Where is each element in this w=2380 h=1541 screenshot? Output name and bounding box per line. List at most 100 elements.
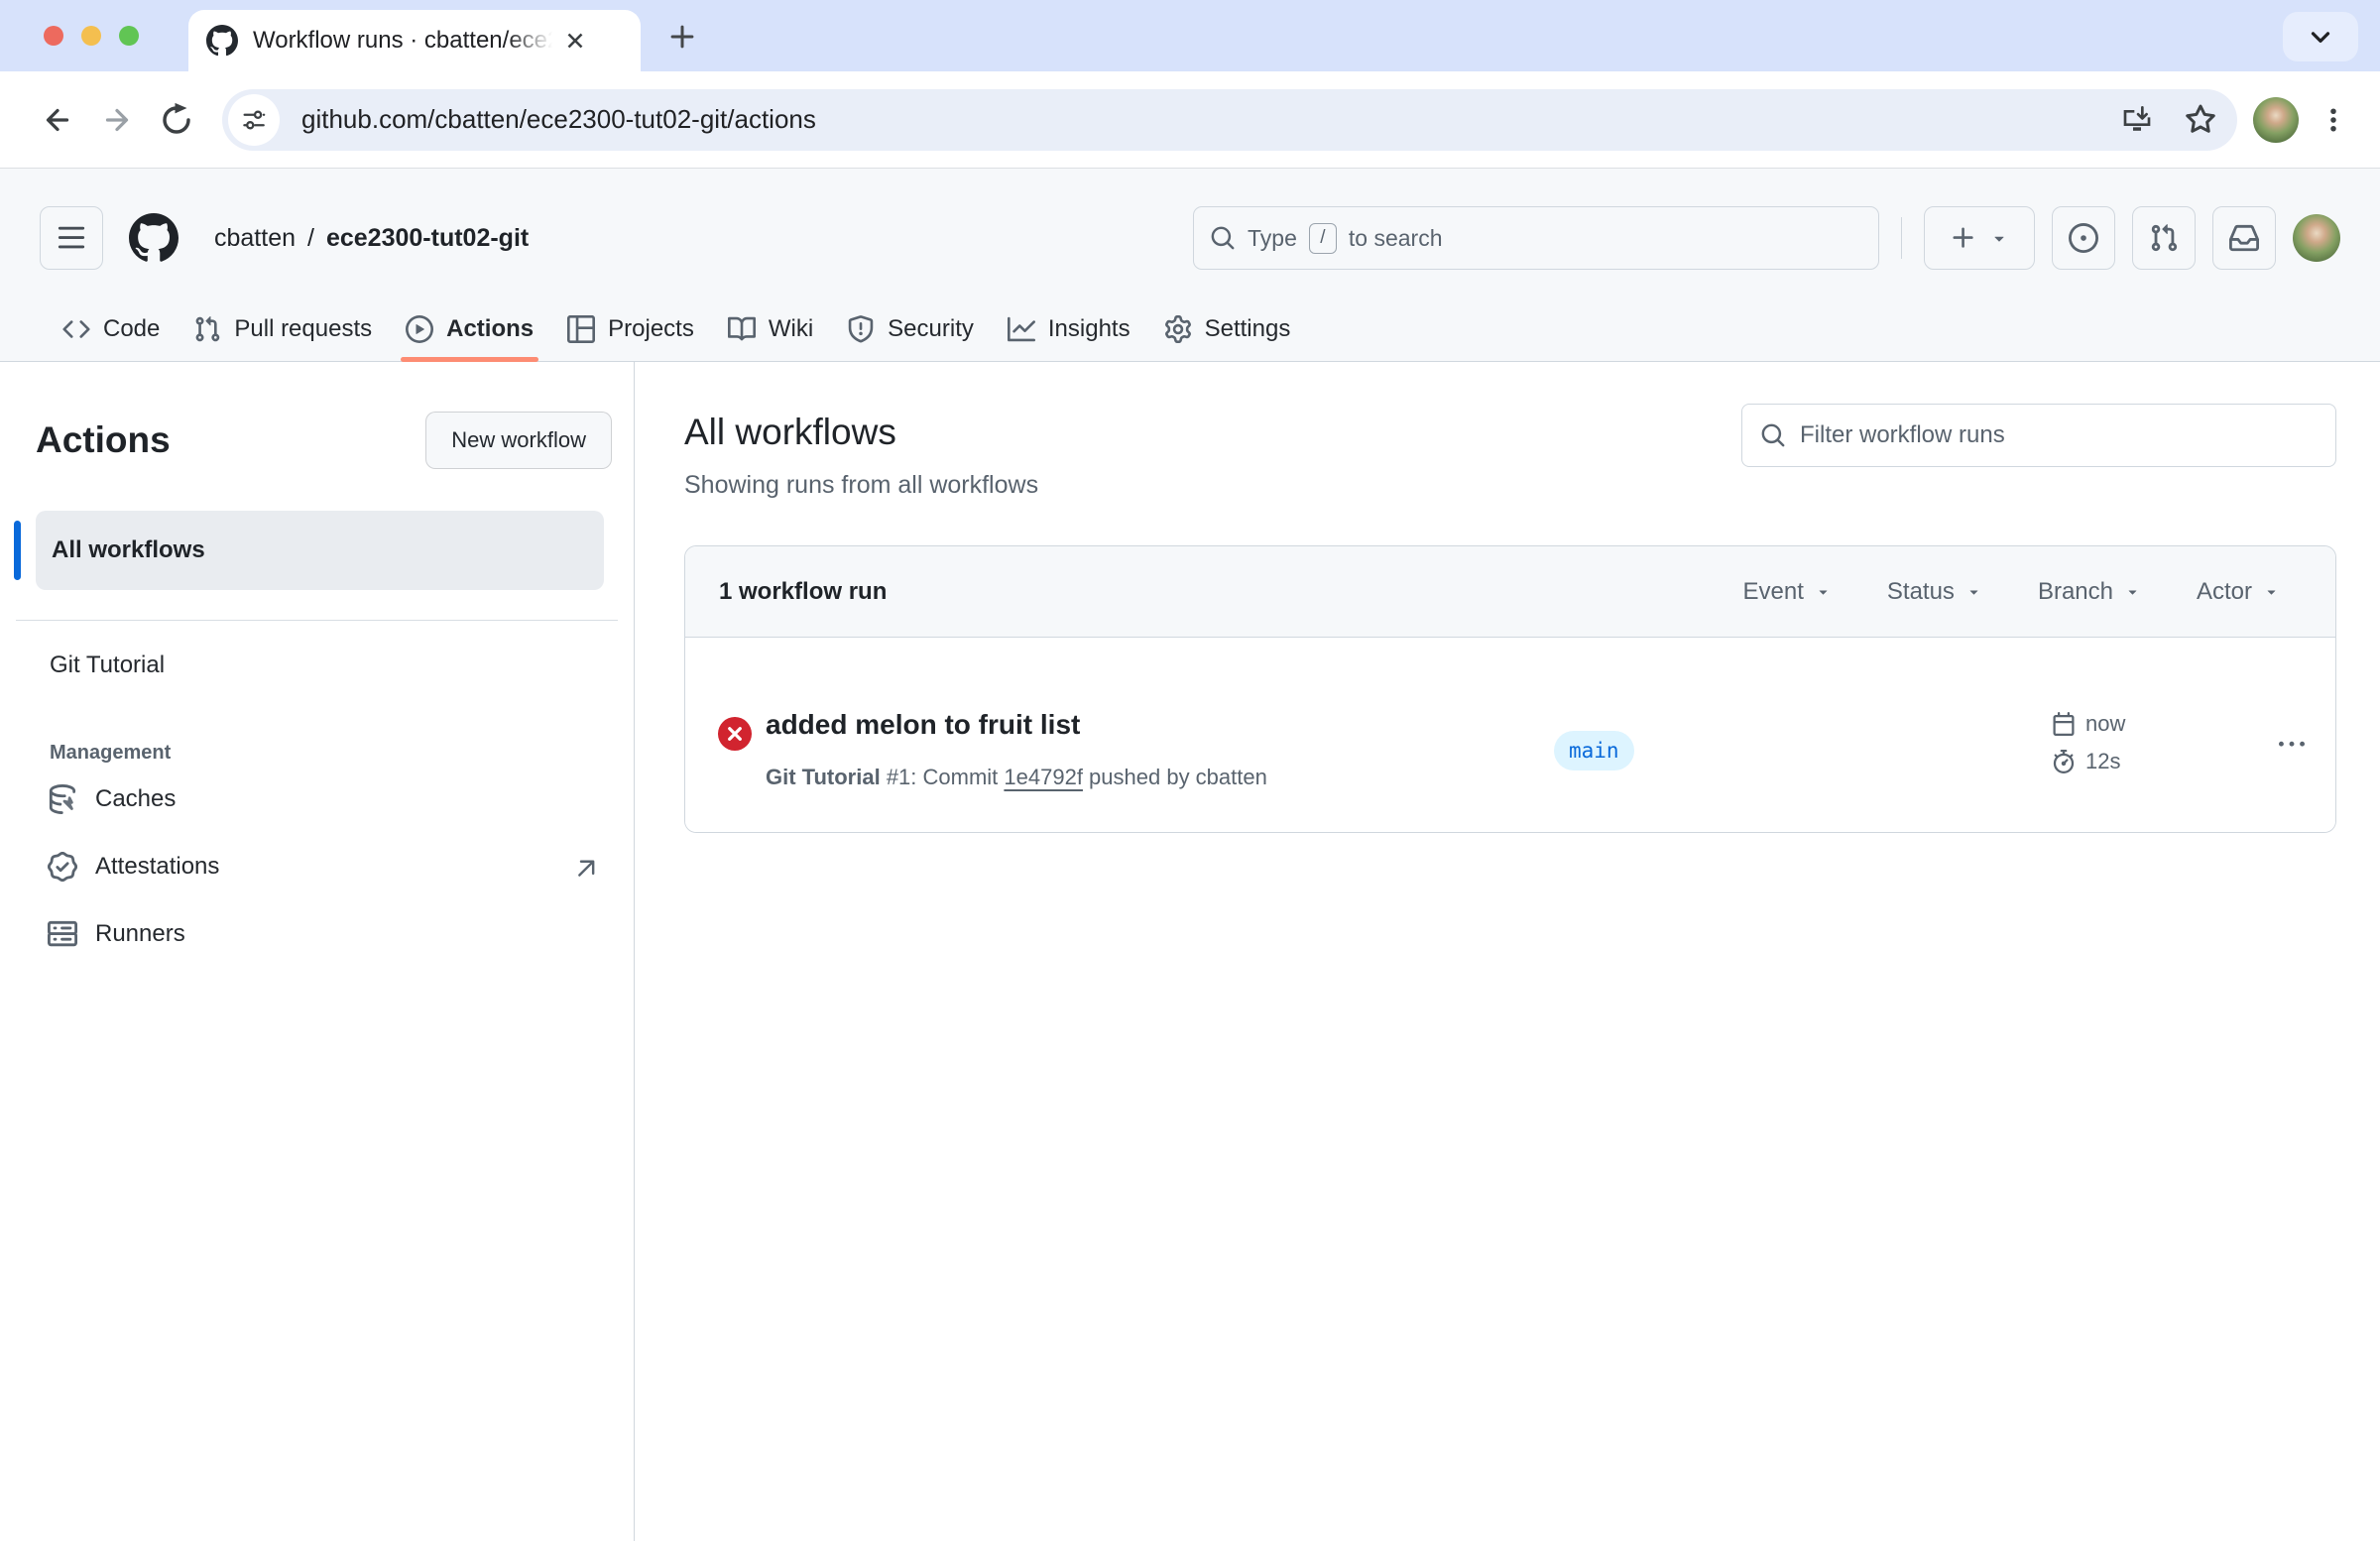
tab-security[interactable]: Security: [830, 297, 991, 361]
search-placeholder-prefix: Type: [1248, 225, 1297, 252]
status-filter-dropdown[interactable]: Status: [1887, 578, 1982, 606]
browser-menu-icon[interactable]: [2311, 97, 2356, 143]
cache-icon: [48, 784, 77, 814]
calendar-icon: [2052, 712, 2076, 736]
github-header: cbatten / ece2300-tut02-git Type / to se…: [0, 169, 2380, 362]
sidebar-item-runners[interactable]: Runners: [16, 901, 618, 967]
run-title-link[interactable]: added melon to fruit list: [766, 709, 1080, 741]
page-title: All workflows: [684, 412, 1038, 453]
new-tab-button[interactable]: [662, 17, 702, 57]
inbox-icon: [2229, 223, 2259, 253]
git-pull-request-icon: [193, 315, 221, 343]
browser-profile-avatar[interactable]: [2253, 97, 2299, 143]
server-icon: [48, 919, 77, 949]
back-button[interactable]: [32, 94, 83, 146]
github-user-avatar[interactable]: [2293, 214, 2340, 262]
run-options-button[interactable]: [2270, 723, 2314, 767]
run-duration: 12s: [2085, 749, 2120, 774]
branch-badge[interactable]: main: [1554, 731, 1634, 770]
actions-sidebar: Actions New workflow All workflows Git T…: [0, 362, 635, 1541]
sidebar-item-all-workflows[interactable]: All workflows: [16, 511, 618, 590]
sidebar-item-git-tutorial[interactable]: Git Tutorial: [16, 633, 618, 698]
filter-workflow-runs-box[interactable]: [1741, 404, 2336, 467]
search-icon: [1760, 422, 1786, 448]
github-favicon: [206, 25, 238, 57]
runs-card-header: 1 workflow run Event Status Branch: [685, 546, 2335, 638]
run-count: 1 workflow run: [719, 578, 887, 606]
graph-icon: [1008, 315, 1035, 343]
tab-search-button[interactable]: [2283, 12, 2358, 61]
active-item-indicator: [14, 521, 21, 580]
triangle-down-icon: [2124, 583, 2141, 600]
header-divider: [1901, 217, 1902, 259]
workflow-runs-card: 1 workflow run Event Status Branch: [684, 545, 2336, 833]
tab-code[interactable]: Code: [46, 297, 177, 361]
commit-link[interactable]: 1e4792f: [1004, 765, 1083, 789]
issue-opened-icon: [2069, 223, 2098, 253]
actor-filter-dropdown[interactable]: Actor: [2197, 578, 2280, 606]
install-app-icon[interactable]: [2112, 95, 2162, 145]
project-icon: [567, 315, 595, 343]
new-workflow-button[interactable]: New workflow: [425, 412, 612, 469]
breadcrumb-separator: /: [307, 224, 314, 253]
event-filter-dropdown[interactable]: Event: [1743, 578, 1832, 606]
reload-button[interactable]: [151, 94, 202, 146]
create-new-button[interactable]: [1924, 206, 2035, 270]
address-bar[interactable]: github.com/cbatten/ece2300-tut02-git/act…: [222, 89, 2237, 151]
breadcrumb-repo[interactable]: ece2300-tut02-git: [326, 224, 529, 253]
branch-filter-dropdown[interactable]: Branch: [2038, 578, 2141, 606]
triangle-down-icon: [1989, 228, 2009, 248]
play-icon: [406, 315, 433, 343]
code-icon: [62, 315, 90, 343]
run-time: now: [2085, 711, 2125, 737]
hamburger-icon: [57, 223, 86, 253]
workflow-run-row[interactable]: added melon to fruit list Git Tutorial #…: [685, 638, 2335, 832]
triangle-down-icon: [1965, 583, 1982, 600]
inbox-button[interactable]: [2212, 206, 2276, 270]
minimize-window-button[interactable]: [81, 26, 101, 46]
triangle-down-icon: [1815, 583, 1832, 600]
tab-settings[interactable]: Settings: [1147, 297, 1308, 361]
slash-key-hint: /: [1309, 223, 1337, 254]
page-subtitle: Showing runs from all workflows: [684, 471, 1038, 500]
sidebar-title: Actions: [36, 419, 171, 461]
breadcrumb-owner[interactable]: cbatten: [214, 224, 296, 253]
global-nav-menu-button[interactable]: [40, 206, 103, 270]
tab-close-icon[interactable]: [558, 24, 592, 58]
management-section-label: Management: [16, 742, 618, 765]
run-workflow-name: Git Tutorial: [766, 765, 881, 789]
browser-tab[interactable]: Workflow runs · cbatten/ece2: [188, 10, 641, 71]
tab-insights[interactable]: Insights: [991, 297, 1147, 361]
main-panel: All workflows Showing runs from all work…: [635, 362, 2380, 1541]
issues-button[interactable]: [2052, 206, 2115, 270]
tab-pull-requests[interactable]: Pull requests: [177, 297, 389, 361]
site-info-icon[interactable]: [228, 94, 280, 146]
browser-window: Workflow runs · cbatten/ece2 github.com/…: [0, 0, 2380, 1541]
tab-title: Workflow runs · cbatten/ece2: [253, 27, 552, 55]
run-meta: now 12s: [2052, 711, 2125, 774]
pull-requests-button[interactable]: [2132, 206, 2196, 270]
gear-icon: [1164, 315, 1192, 343]
bookmark-star-icon[interactable]: [2176, 95, 2225, 145]
sidebar-item-caches[interactable]: Caches: [16, 767, 618, 832]
shield-icon: [847, 315, 875, 343]
zoom-window-button[interactable]: [119, 26, 139, 46]
close-window-button[interactable]: [44, 26, 63, 46]
arrow-up-right-icon: [570, 854, 596, 880]
search-icon: [1210, 225, 1236, 251]
sidebar-item-attestations[interactable]: Attestations: [16, 834, 618, 899]
github-search-box[interactable]: Type / to search: [1193, 206, 1879, 270]
search-placeholder-suffix: to search: [1349, 225, 1443, 252]
forward-button[interactable]: [91, 94, 143, 146]
breadcrumb: cbatten / ece2300-tut02-git: [214, 224, 529, 253]
url-text[interactable]: github.com/cbatten/ece2300-tut02-git/act…: [301, 104, 2098, 135]
tab-actions[interactable]: Actions: [389, 297, 550, 361]
filter-workflow-runs-input[interactable]: [1800, 421, 2318, 449]
failed-status-icon: [718, 717, 752, 751]
stopwatch-icon: [2052, 750, 2076, 773]
tab-wiki[interactable]: Wiki: [711, 297, 830, 361]
repo-nav: Code Pull requests Actions Projects Wiki…: [40, 297, 2340, 361]
github-logo[interactable]: [129, 213, 178, 263]
window-controls: [44, 26, 139, 46]
tab-projects[interactable]: Projects: [550, 297, 711, 361]
